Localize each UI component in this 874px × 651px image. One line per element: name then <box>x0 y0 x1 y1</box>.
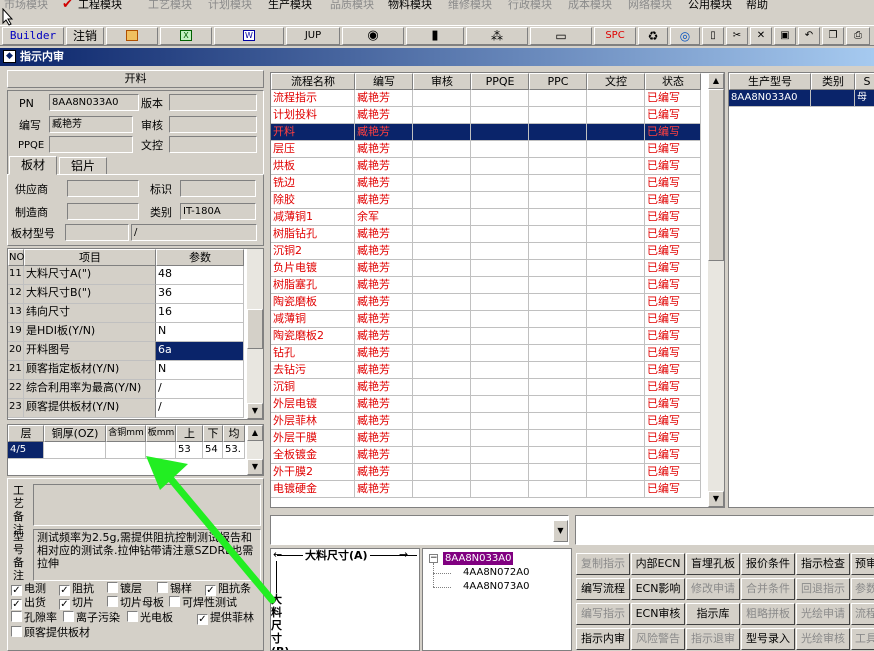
mouse-cursor-icon <box>2 8 14 26</box>
tab-board[interactable]: 板材 <box>9 156 57 175</box>
green-arrow-annotation <box>146 456 276 604</box>
